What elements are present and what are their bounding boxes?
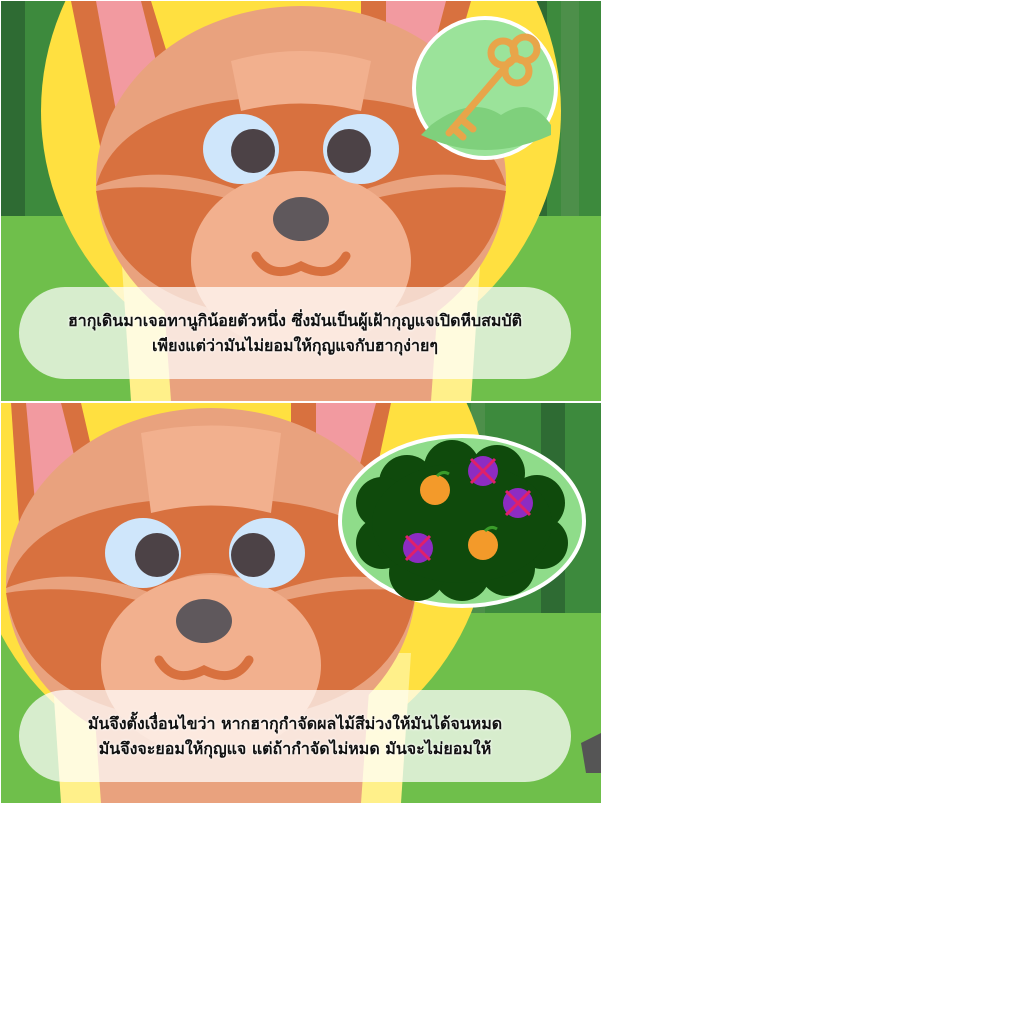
golden-key-icon [412,16,558,160]
fruit-bush-icon [338,434,586,608]
purple-fruit-crossed [503,488,533,518]
tanuki-nose [176,599,232,643]
caption-line: เพียงแต่ว่ามันไม่ยอมให้กุญแจกับฮากุง่ายๆ [152,336,438,355]
tanuki-nose [273,197,329,241]
caption-line: มันจึงจะยอมให้กุญแจ แต่ถ้ากำจัดไม่หมด มั… [98,739,492,758]
purple-fruit-crossed [403,533,433,563]
caption-bubble: มันจึงตั้งเงื่อนไขว่า หากฮากุกำจัดผลไม้ส… [19,690,571,782]
story-panel-2: มันจึงตั้งเงื่อนไขว่า หากฮากุกำจัดผลไม้ส… [1,403,601,803]
story-panel-1: ฮากุเดินมาเจอทานูกิน้อยตัวหนึ่ง ซึ่งมันเ… [1,1,601,401]
caption-line: ฮากุเดินมาเจอทานูกิน้อยตัวหนึ่ง ซึ่งมันเ… [67,311,523,330]
caption-line: มันจึงตั้งเงื่อนไขว่า หากฮากุกำจัดผลไม้ส… [87,714,503,733]
purple-fruit-crossed [468,456,498,486]
caption-bubble: ฮากุเดินมาเจอทานูกิน้อยตัวหนึ่ง ซึ่งมันเ… [19,287,571,379]
